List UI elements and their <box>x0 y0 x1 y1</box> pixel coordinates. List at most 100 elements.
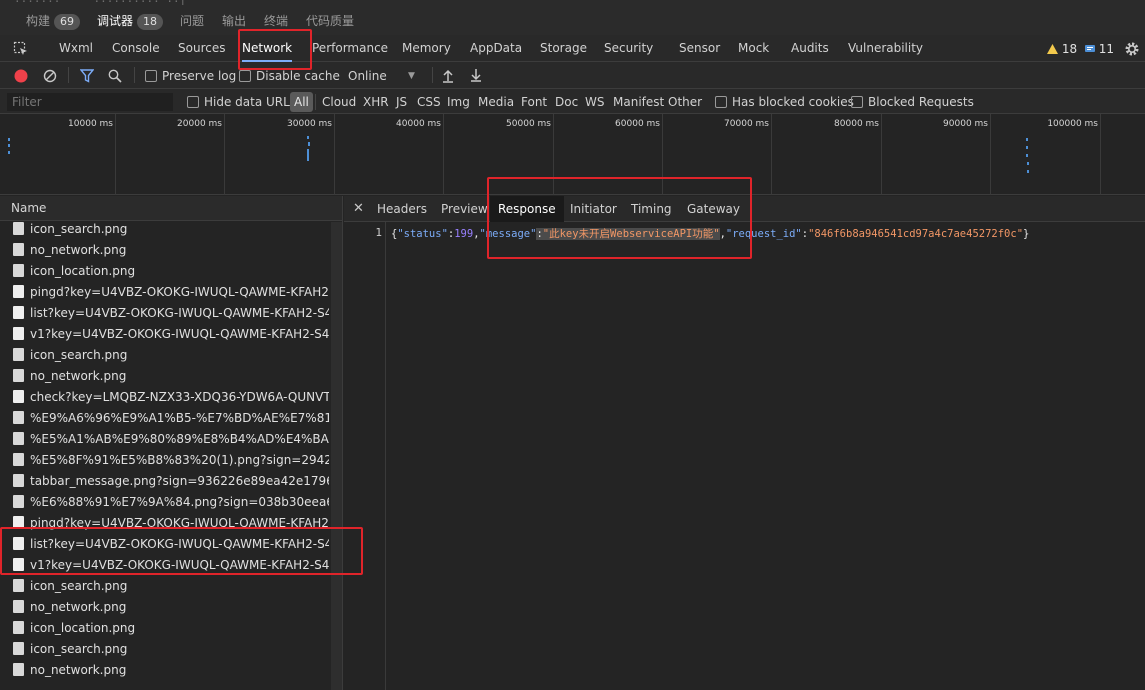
search-icon[interactable] <box>108 69 122 83</box>
record-button[interactable] <box>14 69 28 83</box>
tab-performance[interactable]: Performance <box>312 35 388 62</box>
request-row[interactable]: tabbar_message.png?sign=936226e89ea42e17… <box>7 471 329 492</box>
request-name: check?key=LMQBZ-NZX33-XDQ36-YDW6A-QUNVT-… <box>30 390 329 404</box>
request-row[interactable]: icon_search.png <box>7 576 329 597</box>
blocked-requests-checkbox[interactable]: Blocked Requests <box>851 94 974 110</box>
request-row[interactable]: no_network.png <box>7 597 329 618</box>
disable-cache-label: Disable cache <box>256 69 340 83</box>
request-row[interactable]: %E6%88%91%E7%9A%84.png?sign=038b30eea6db… <box>7 492 329 513</box>
request-row[interactable]: v1?key=U4VBZ-OKOKG-IWUQL-QAWME-KFAH2-S4B… <box>7 324 329 345</box>
tab-label: 构建 <box>26 14 51 28</box>
filter-type-all[interactable]: All <box>290 92 313 112</box>
network-overview-timeline[interactable]: 10000 ms 20000 ms 30000 ms 40000 ms 5000… <box>0 114 1145 195</box>
request-row[interactable]: icon_search.png <box>7 639 329 660</box>
filter-type-manifest[interactable]: Manifest <box>613 94 664 110</box>
tab-appdata[interactable]: AppData <box>470 35 522 62</box>
hide-data-urls-checkbox[interactable]: Hide data URLs <box>187 94 296 110</box>
request-row[interactable]: icon_location.png <box>7 261 329 282</box>
grid-line <box>662 114 663 195</box>
request-name: icon_search.png <box>30 348 128 362</box>
tab-label: 调试器 <box>97 14 134 28</box>
request-row[interactable]: pingd?key=U4VBZ-OKOKG-IWUQL-QAWME-KFAH2-… <box>7 282 329 303</box>
request-row[interactable]: %E5%8F%91%E5%B8%83%20(1).png?sign=294281… <box>7 450 329 471</box>
filter-type-js[interactable]: JS <box>396 94 407 110</box>
tab-sources[interactable]: Sources <box>178 35 225 62</box>
request-row[interactable]: icon_search.png <box>7 345 329 366</box>
request-row[interactable]: check?key=LMQBZ-NZX33-XDQ36-YDW6A-QUNVT-… <box>7 387 329 408</box>
tab-network[interactable]: Network <box>242 35 293 62</box>
tab-problems[interactable]: 问题 <box>180 12 204 30</box>
has-blocked-cookies-checkbox[interactable]: Has blocked cookies <box>715 94 854 110</box>
disable-cache-checkbox[interactable]: Disable cache <box>239 68 340 84</box>
grid-line <box>224 114 225 195</box>
filter-type-media[interactable]: Media <box>478 94 514 110</box>
tab-build[interactable]: 构建 69 <box>26 12 81 30</box>
filter-type-font[interactable]: Font <box>521 94 547 110</box>
import-har-icon[interactable] <box>442 69 454 83</box>
throttling-select[interactable]: Online ▼ <box>348 68 420 84</box>
tab-timing[interactable]: Timing <box>623 196 680 222</box>
tab-debugger[interactable]: 调试器 18 <box>97 12 164 30</box>
request-name: pingd?key=U4VBZ-OKOKG-IWUQL-QAWME-KFAH2-… <box>30 516 329 530</box>
request-row[interactable]: %E5%A1%AB%E9%80%89%E8%B4%AD%E4%BA%BA.pn <box>7 429 329 450</box>
tab-storage[interactable]: Storage <box>540 35 587 62</box>
json-string: "846f6b8a946541cd97a4c7ae45272f0c" <box>808 228 1024 240</box>
request-row[interactable]: icon_search.png <box>7 219 329 240</box>
issue-counters[interactable]: 18 11 <box>1047 41 1114 57</box>
request-row[interactable]: %E9%A6%96%E9%A1%B5-%E7%BD%AE%E7%81%B0.p.… <box>7 408 329 429</box>
filter-type-xhr[interactable]: XHR <box>363 94 389 110</box>
filter-type-img[interactable]: Img <box>447 94 470 110</box>
request-row[interactable]: icon_location.png <box>7 618 329 639</box>
request-row[interactable]: list?key=U4VBZ-OKOKG-IWUQL-QAWME-KFAH2-S… <box>7 534 329 555</box>
tab-wxml[interactable]: Wxml <box>59 35 93 62</box>
tab-mock[interactable]: Mock <box>738 35 769 62</box>
response-body[interactable]: {"status":199,"message":"此key未开启Webservi… <box>391 226 1029 241</box>
tab-preview[interactable]: Preview <box>433 196 496 222</box>
request-row[interactable]: no_network.png <box>7 660 329 681</box>
request-name: tabbar_message.png?sign=936226e89ea42e17… <box>30 474 329 488</box>
timeline-tick: 30000 ms <box>287 119 332 129</box>
tab-memory[interactable]: Memory <box>402 35 451 62</box>
tab-response[interactable]: Response <box>490 196 564 222</box>
filter-icon[interactable] <box>80 69 94 83</box>
request-row[interactable]: list?key=U4VBZ-OKOKG-IWUQL-QAWME-KFAH2-S… <box>7 303 329 324</box>
filter-bar: Hide data URLs All Cloud XHR JS CSS Img … <box>0 89 1145 114</box>
has-blocked-cookies-label: Has blocked cookies <box>732 95 854 109</box>
filter-type-ws[interactable]: WS <box>585 94 604 110</box>
tab-security[interactable]: Security <box>604 35 653 62</box>
filter-type-other[interactable]: Other <box>668 94 702 110</box>
inspect-element-icon[interactable] <box>13 41 29 57</box>
tab-code-quality[interactable]: 代码质量 <box>306 12 354 30</box>
gear-icon[interactable] <box>1124 41 1140 57</box>
document-file-icon <box>13 558 24 571</box>
tab-headers[interactable]: Headers <box>369 196 435 222</box>
tab-output[interactable]: 输出 <box>222 12 246 30</box>
filter-type-css[interactable]: CSS <box>417 94 441 110</box>
tab-gateway[interactable]: Gateway <box>679 196 748 222</box>
export-har-icon[interactable] <box>470 68 482 82</box>
checkbox-box <box>851 96 863 108</box>
request-row[interactable]: no_network.png <box>7 240 329 261</box>
message-count: 11 <box>1098 42 1115 56</box>
clear-icon[interactable] <box>43 69 57 83</box>
image-file-icon <box>13 453 24 466</box>
request-row[interactable]: pingd?key=U4VBZ-OKOKG-IWUQL-QAWME-KFAH2-… <box>7 513 329 534</box>
preserve-log-checkbox[interactable]: Preserve log <box>145 68 236 84</box>
request-row[interactable]: v1?key=U4VBZ-OKOKG-IWUQL-QAWME-KFAH2-S4B… <box>7 555 329 576</box>
request-row[interactable]: no_network.png <box>7 366 329 387</box>
close-icon[interactable]: ✕ <box>353 201 364 216</box>
tab-vulnerability[interactable]: Vulnerability <box>848 35 923 62</box>
scrollbar[interactable] <box>331 222 342 690</box>
tab-console[interactable]: Console <box>112 35 160 62</box>
tab-terminal[interactable]: 终端 <box>264 12 288 30</box>
tab-audits[interactable]: Audits <box>791 35 829 62</box>
document-file-icon <box>13 306 24 319</box>
image-file-icon <box>13 474 24 487</box>
filter-type-doc[interactable]: Doc <box>555 94 578 110</box>
filter-type-cloud[interactable]: Cloud <box>322 94 356 110</box>
name-column-header[interactable]: Name <box>0 196 342 221</box>
tab-sensor[interactable]: Sensor <box>679 35 720 62</box>
grid-line <box>443 114 444 195</box>
filter-input[interactable] <box>7 93 173 111</box>
tab-initiator[interactable]: Initiator <box>562 196 625 222</box>
